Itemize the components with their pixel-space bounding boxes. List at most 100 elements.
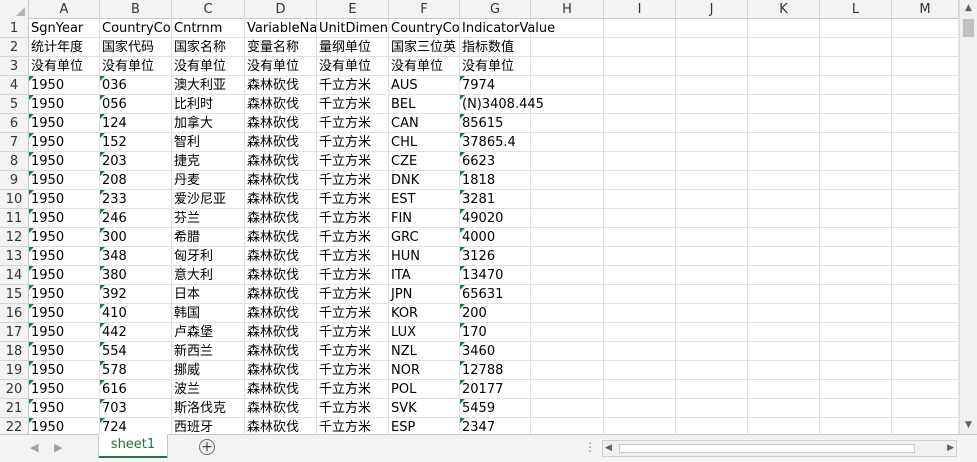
cell-e16[interactable]: 千立方米 — [317, 304, 389, 323]
vertical-scrollbar[interactable]: ▲ ▼ — [959, 0, 977, 434]
cell-c13[interactable]: 匈牙利 — [172, 247, 245, 266]
cell-a11[interactable]: 1950 — [29, 209, 100, 228]
cell-i18[interactable] — [604, 342, 676, 361]
number-stored-as-text-indicator-icon[interactable] — [100, 399, 105, 404]
row-header-19[interactable]: 19 — [0, 361, 29, 380]
number-stored-as-text-indicator-icon[interactable] — [100, 323, 105, 328]
cell-i14[interactable] — [604, 266, 676, 285]
cell-h4[interactable] — [531, 76, 604, 95]
cell-i17[interactable] — [604, 323, 676, 342]
row-header-4[interactable]: 4 — [0, 76, 29, 95]
cell-f16[interactable]: KOR — [389, 304, 460, 323]
number-stored-as-text-indicator-icon[interactable] — [460, 399, 465, 404]
cell-k8[interactable] — [748, 152, 820, 171]
number-stored-as-text-indicator-icon[interactable] — [100, 342, 105, 347]
column-header-f[interactable]: F — [389, 0, 460, 19]
row-header-15[interactable]: 15 — [0, 285, 29, 304]
cell-c21[interactable]: 斯洛伐克 — [172, 399, 245, 418]
cell-j3[interactable] — [676, 57, 748, 76]
number-stored-as-text-indicator-icon[interactable] — [460, 361, 465, 366]
cell-k9[interactable] — [748, 171, 820, 190]
cell-b16[interactable]: 410 — [100, 304, 172, 323]
number-stored-as-text-indicator-icon[interactable] — [100, 285, 105, 290]
cell-m2[interactable] — [892, 38, 959, 57]
cell-l4[interactable] — [820, 76, 892, 95]
column-header-g[interactable]: G — [460, 0, 531, 19]
cell-e3[interactable]: 没有单位 — [317, 57, 389, 76]
cell-j14[interactable] — [676, 266, 748, 285]
cell-c6[interactable]: 加拿大 — [172, 114, 245, 133]
number-stored-as-text-indicator-icon[interactable] — [29, 285, 34, 290]
row-header-9[interactable]: 9 — [0, 171, 29, 190]
cell-c4[interactable]: 澳大利亚 — [172, 76, 245, 95]
cell-d8[interactable]: 森林砍伐 — [245, 152, 317, 171]
cell-h18[interactable] — [531, 342, 604, 361]
cell-g6[interactable]: 85615 — [460, 114, 531, 133]
cell-m11[interactable] — [892, 209, 959, 228]
cell-k16[interactable] — [748, 304, 820, 323]
cell-e18[interactable]: 千立方米 — [317, 342, 389, 361]
cell-j7[interactable] — [676, 133, 748, 152]
cell-g2[interactable]: 指标数值 — [460, 38, 531, 57]
cell-g13[interactable]: 3126 — [460, 247, 531, 266]
cell-g11[interactable]: 49020 — [460, 209, 531, 228]
scroll-right-icon[interactable]: ▶ — [947, 441, 954, 456]
cell-f10[interactable]: EST — [389, 190, 460, 209]
number-stored-as-text-indicator-icon[interactable] — [29, 266, 34, 271]
number-stored-as-text-indicator-icon[interactable] — [460, 285, 465, 290]
cell-m10[interactable] — [892, 190, 959, 209]
number-stored-as-text-indicator-icon[interactable] — [29, 114, 34, 119]
cell-a16[interactable]: 1950 — [29, 304, 100, 323]
cell-l16[interactable] — [820, 304, 892, 323]
row-header-21[interactable]: 21 — [0, 399, 29, 418]
cell-h11[interactable] — [531, 209, 604, 228]
cell-k3[interactable] — [748, 57, 820, 76]
number-stored-as-text-indicator-icon[interactable] — [460, 418, 465, 423]
cell-j15[interactable] — [676, 285, 748, 304]
cell-j17[interactable] — [676, 323, 748, 342]
cell-k7[interactable] — [748, 133, 820, 152]
cell-l17[interactable] — [820, 323, 892, 342]
cell-h20[interactable] — [531, 380, 604, 399]
number-stored-as-text-indicator-icon[interactable] — [29, 342, 34, 347]
cell-e5[interactable]: 千立方米 — [317, 95, 389, 114]
number-stored-as-text-indicator-icon[interactable] — [100, 361, 105, 366]
number-stored-as-text-indicator-icon[interactable] — [100, 95, 105, 100]
cell-e12[interactable]: 千立方米 — [317, 228, 389, 247]
cell-e13[interactable]: 千立方米 — [317, 247, 389, 266]
cell-d19[interactable]: 森林砍伐 — [245, 361, 317, 380]
cell-c2[interactable]: 国家名称 — [172, 38, 245, 57]
cell-k15[interactable] — [748, 285, 820, 304]
row-header-6[interactable]: 6 — [0, 114, 29, 133]
cell-f21[interactable]: SVK — [389, 399, 460, 418]
cell-d17[interactable]: 森林砍伐 — [245, 323, 317, 342]
cell-f7[interactable]: CHL — [389, 133, 460, 152]
cell-m4[interactable] — [892, 76, 959, 95]
cell-h21[interactable] — [531, 399, 604, 418]
cell-i11[interactable] — [604, 209, 676, 228]
cell-k1[interactable] — [748, 19, 820, 38]
number-stored-as-text-indicator-icon[interactable] — [29, 361, 34, 366]
cell-d3[interactable]: 没有单位 — [245, 57, 317, 76]
cell-f4[interactable]: AUS — [389, 76, 460, 95]
cell-i20[interactable] — [604, 380, 676, 399]
cell-i16[interactable] — [604, 304, 676, 323]
cell-d4[interactable]: 森林砍伐 — [245, 76, 317, 95]
cell-e10[interactable]: 千立方米 — [317, 190, 389, 209]
cell-a9[interactable]: 1950 — [29, 171, 100, 190]
cell-i8[interactable] — [604, 152, 676, 171]
cell-k11[interactable] — [748, 209, 820, 228]
cell-h13[interactable] — [531, 247, 604, 266]
cell-f15[interactable]: JPN — [389, 285, 460, 304]
cell-g8[interactable]: 6623 — [460, 152, 531, 171]
cell-b19[interactable]: 578 — [100, 361, 172, 380]
column-header-l[interactable]: L — [820, 0, 892, 19]
cell-g15[interactable]: 65631 — [460, 285, 531, 304]
cell-m9[interactable] — [892, 171, 959, 190]
cell-k12[interactable] — [748, 228, 820, 247]
row-header-22[interactable]: 22 — [0, 418, 29, 434]
cell-a17[interactable]: 1950 — [29, 323, 100, 342]
cell-l3[interactable] — [820, 57, 892, 76]
cell-b3[interactable]: 没有单位 — [100, 57, 172, 76]
cell-d21[interactable]: 森林砍伐 — [245, 399, 317, 418]
